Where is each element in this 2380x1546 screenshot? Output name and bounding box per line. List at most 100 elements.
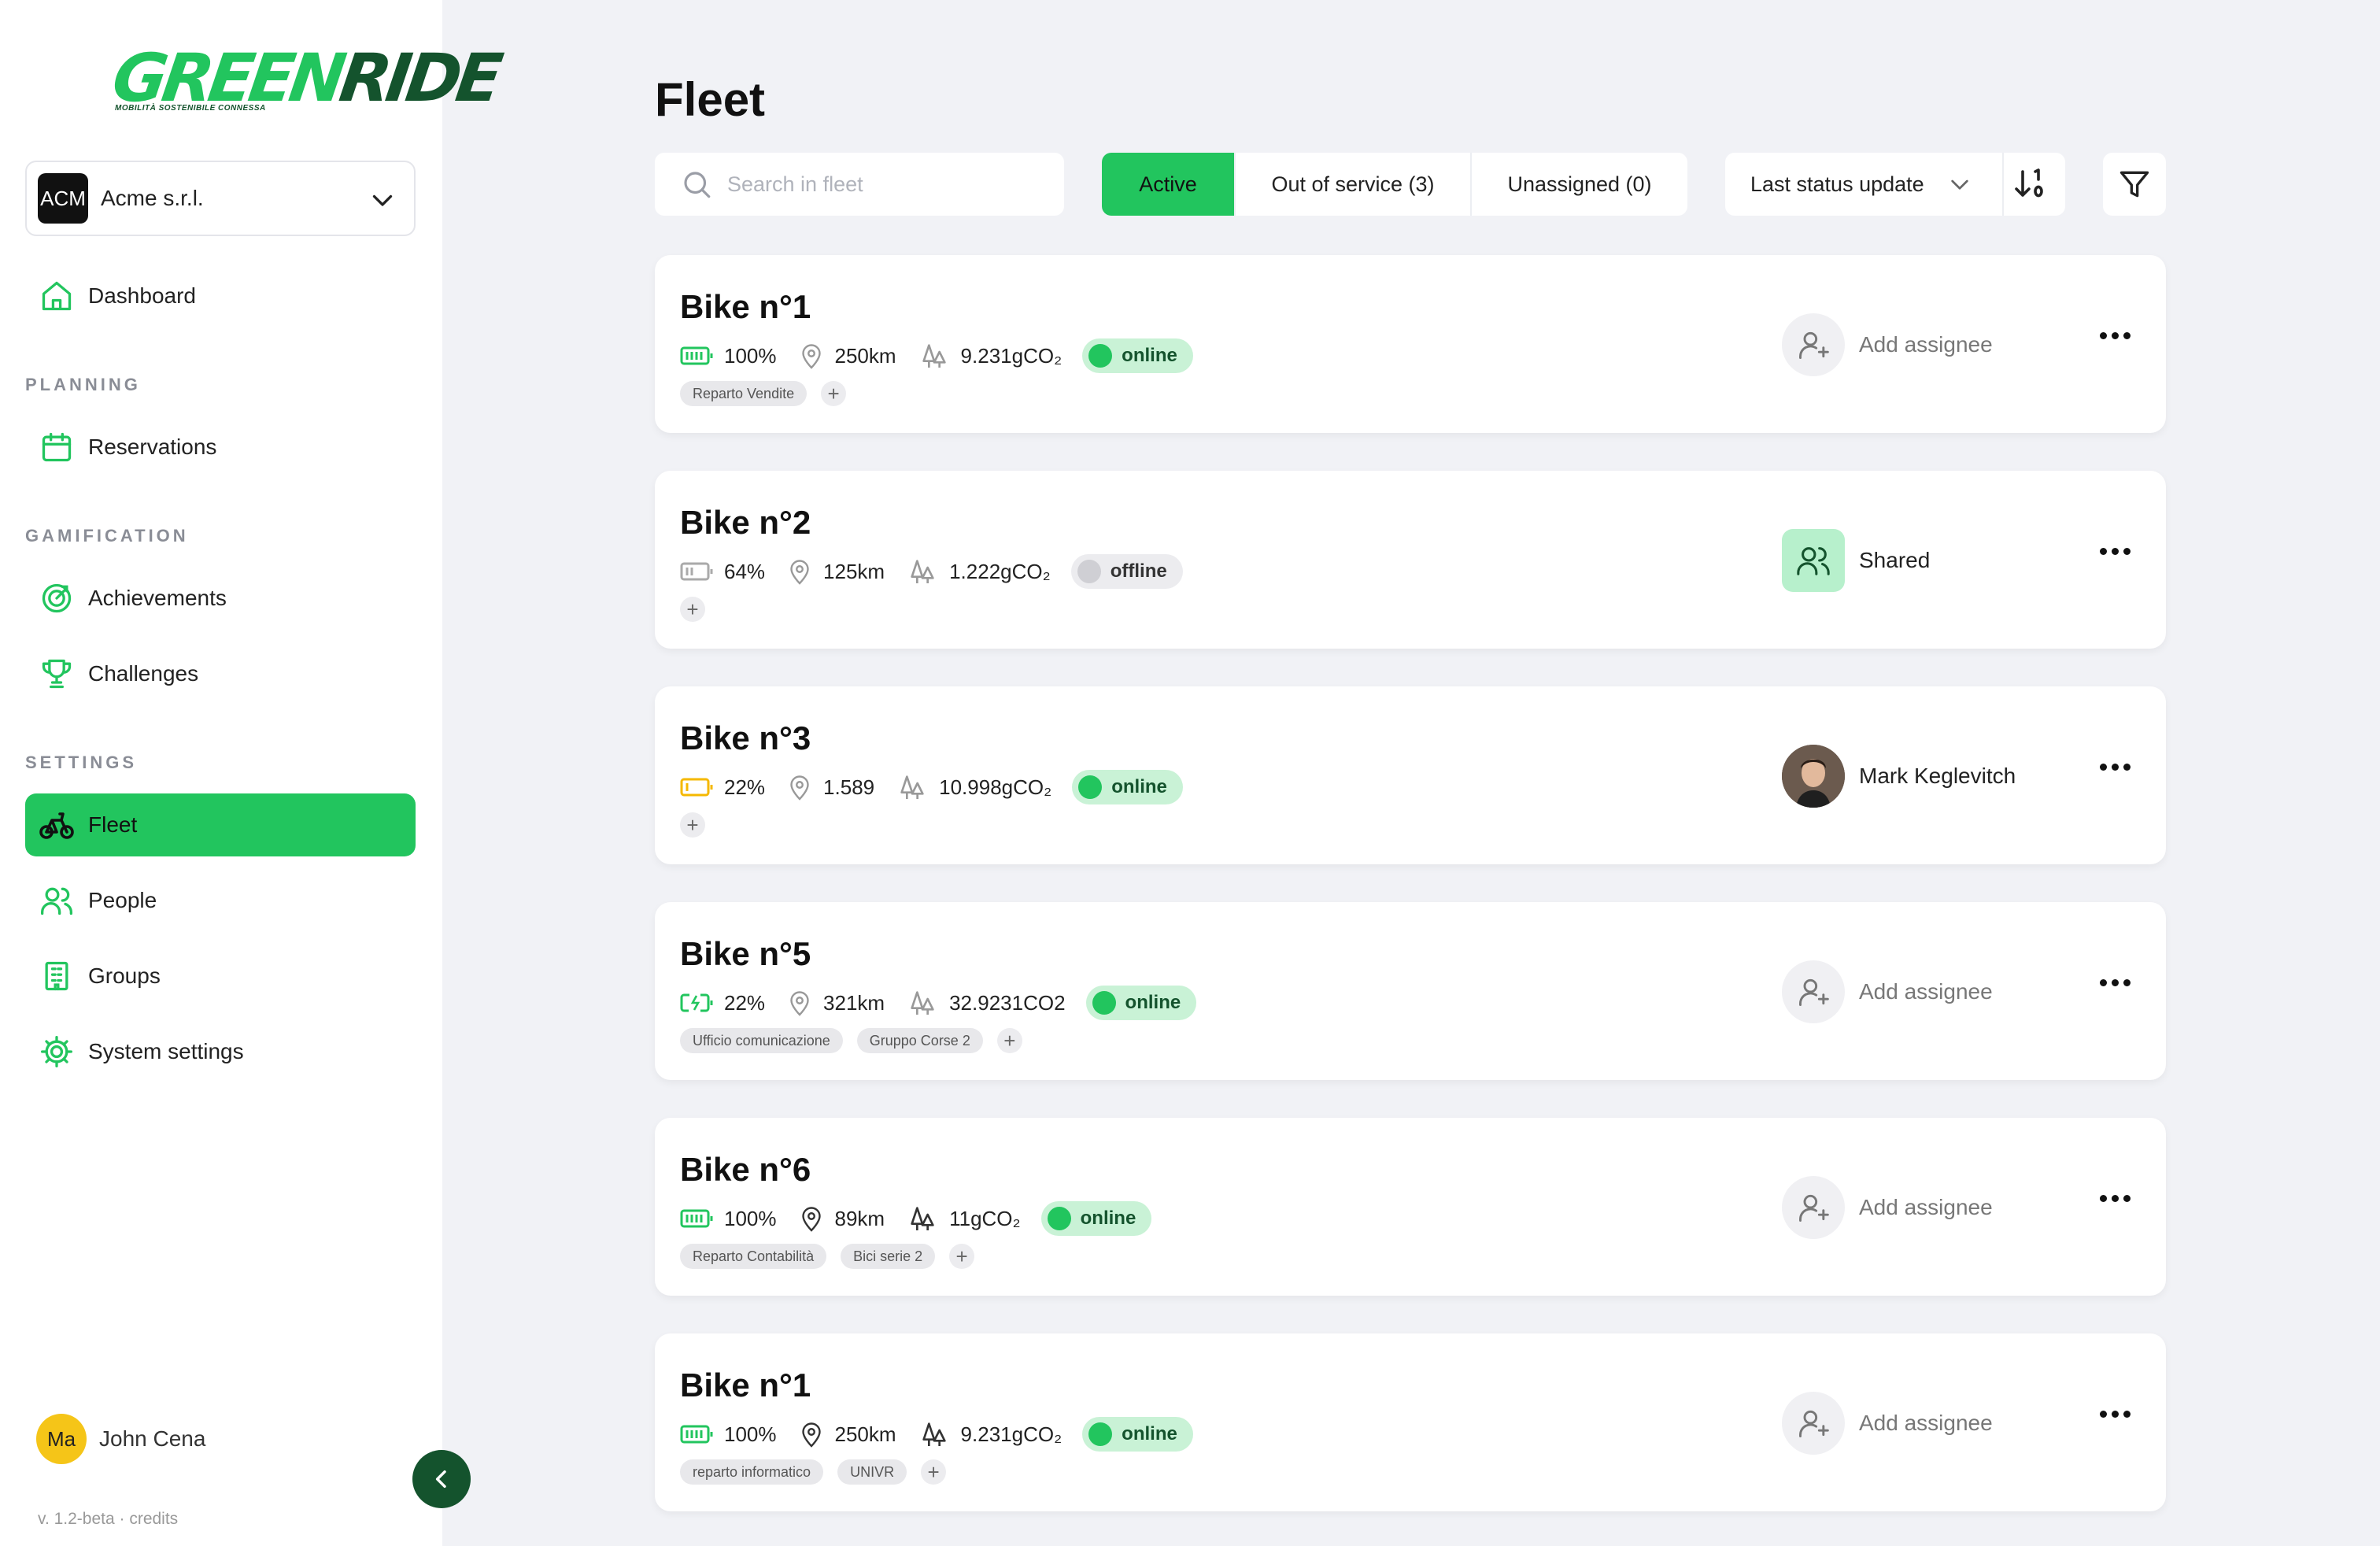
tab-unassigned[interactable]: Unassigned (0) bbox=[1472, 153, 1687, 216]
add-tag-button[interactable]: + bbox=[949, 1244, 975, 1269]
assignee-label: Add assignee bbox=[1859, 1411, 1993, 1435]
add-tag-button[interactable]: + bbox=[996, 1028, 1022, 1053]
bike-card[interactable]: Bike n°2 64% 125km 1.222gCO₂ offline + S… bbox=[655, 471, 2166, 649]
sidebar-item-label: Challenges bbox=[88, 661, 199, 686]
battery-level: 64% bbox=[724, 559, 766, 583]
bike-name: Bike n°3 bbox=[680, 719, 811, 756]
add-tag-button[interactable]: + bbox=[821, 381, 847, 406]
tag-list: reparto informatico UNIVR + bbox=[680, 1459, 947, 1485]
location-pin-icon bbox=[797, 1203, 826, 1234]
more-options-button[interactable] bbox=[2100, 1411, 2135, 1418]
battery-full-icon bbox=[680, 345, 715, 367]
add-assignee-button[interactable]: Add assignee bbox=[1782, 313, 1993, 376]
add-assignee-button[interactable]: Add assignee bbox=[1782, 960, 1993, 1023]
filter-button[interactable] bbox=[2103, 153, 2166, 216]
tag[interactable]: Gruppo Corse 2 bbox=[856, 1028, 983, 1053]
sort-order-icon[interactable] bbox=[2012, 165, 2049, 203]
collapse-sidebar-button[interactable] bbox=[412, 1450, 471, 1508]
avatar bbox=[1782, 745, 1845, 808]
version-credits[interactable]: v. 1.2-beta · credits bbox=[38, 1510, 178, 1529]
add-user-icon bbox=[1782, 1392, 1845, 1455]
add-tag-button[interactable]: + bbox=[680, 597, 705, 622]
sidebar-item-people[interactable]: People bbox=[25, 869, 416, 932]
status-badge: online bbox=[1040, 1201, 1152, 1236]
bike-name: Bike n°1 bbox=[680, 288, 811, 325]
sidebar-item-dashboard[interactable]: Dashboard bbox=[25, 264, 416, 327]
page-title: Fleet bbox=[655, 73, 766, 126]
tag[interactable]: Ufficio comunicazione bbox=[680, 1028, 843, 1053]
bike-card[interactable]: Bike n°5 22% 321km 32.9231CO2 online Uff… bbox=[655, 902, 2166, 1080]
logo-tagline: MOBILITÀ SOSTENIBILE CONNESSA bbox=[115, 104, 266, 113]
add-tag-button[interactable]: + bbox=[921, 1459, 947, 1485]
location-pin-icon bbox=[785, 771, 814, 803]
tag[interactable]: Reparto Contabilità bbox=[680, 1244, 827, 1269]
assignee-label: Add assignee bbox=[1859, 1195, 1993, 1219]
assignee[interactable]: Mark Keglevitch bbox=[1782, 745, 2016, 808]
co2-saved: 10.998gCO₂ bbox=[939, 775, 1052, 799]
status-tabs: Active Out of service (3) Unassigned (0) bbox=[1102, 153, 1687, 216]
co2-saved: 11gCO₂ bbox=[949, 1206, 1021, 1230]
search-input[interactable] bbox=[727, 172, 1042, 197]
distance: 125km bbox=[823, 559, 885, 583]
sidebar-item-groups[interactable]: Groups bbox=[25, 945, 416, 1008]
co2-saved: 1.222gCO₂ bbox=[949, 559, 1051, 583]
current-user[interactable]: Ma John Cena bbox=[36, 1414, 205, 1464]
add-user-icon bbox=[1782, 1176, 1845, 1239]
organization-selector[interactable]: ACM Acme s.r.l. bbox=[25, 161, 416, 236]
sidebar-item-achievements[interactable]: Achievements bbox=[25, 567, 416, 630]
bike-stats: 64% 125km 1.222gCO₂ offline bbox=[680, 554, 1183, 589]
trees-icon bbox=[905, 1203, 940, 1234]
chevron-down-icon[interactable] bbox=[1947, 172, 1972, 197]
bike-card[interactable]: Bike n°6 100% 89km 11gCO₂ online Reparto… bbox=[655, 1118, 2166, 1296]
target-icon bbox=[38, 579, 76, 617]
search-bar[interactable] bbox=[655, 153, 1064, 216]
bike-icon bbox=[38, 806, 76, 844]
tab-out-of-service[interactable]: Out of service (3) bbox=[1236, 153, 1472, 216]
add-assignee-button[interactable]: Add assignee bbox=[1782, 1176, 1993, 1239]
section-label-settings: SETTINGS bbox=[25, 753, 138, 772]
tab-active[interactable]: Active bbox=[1102, 153, 1236, 216]
battery-medium-icon bbox=[680, 560, 715, 583]
sidebar-item-label: Achievements bbox=[88, 586, 227, 610]
battery-level: 100% bbox=[724, 1206, 777, 1230]
sidebar-item-reservations[interactable]: Reservations bbox=[25, 416, 416, 479]
battery-charging-icon bbox=[680, 992, 715, 1014]
sidebar-item-fleet[interactable]: Fleet bbox=[25, 793, 416, 856]
status-badge: online bbox=[1085, 986, 1197, 1020]
more-options-button[interactable] bbox=[2100, 332, 2135, 339]
add-assignee-button[interactable]: Add assignee bbox=[1782, 1392, 1993, 1455]
assignee-label: Mark Keglevitch bbox=[1859, 764, 2016, 788]
battery-level: 22% bbox=[724, 775, 766, 799]
more-options-button[interactable] bbox=[2100, 764, 2135, 771]
greenride-logo[interactable]: GREEN RIDE MOBILITÀ SOSTENIBILE CONNESSA bbox=[108, 39, 503, 123]
shared-people-icon bbox=[1782, 529, 1845, 592]
more-options-button[interactable] bbox=[2100, 979, 2135, 986]
more-options-button[interactable] bbox=[2100, 548, 2135, 555]
home-icon bbox=[38, 277, 76, 315]
tag[interactable]: reparto informatico bbox=[680, 1459, 824, 1485]
trees-icon bbox=[917, 1418, 952, 1450]
sidebar: GREEN RIDE MOBILITÀ SOSTENIBILE CONNESSA … bbox=[0, 0, 503, 1546]
sort-field-select[interactable]: Last status update bbox=[1750, 172, 1924, 197]
tag[interactable]: UNIVR bbox=[837, 1459, 907, 1485]
more-options-button[interactable] bbox=[2100, 1195, 2135, 1202]
sort-divider bbox=[2002, 153, 2004, 216]
tag[interactable]: Reparto Vendite bbox=[680, 381, 808, 406]
bike-card[interactable]: Bike n°1 100% 250km 9.231gCO₂ online Rep… bbox=[655, 255, 2166, 433]
sidebar-item-label: Fleet bbox=[88, 812, 138, 837]
co2-saved: 9.231gCO₂ bbox=[960, 1422, 1062, 1446]
sidebar-item-challenges[interactable]: Challenges bbox=[25, 642, 416, 705]
trophy-icon bbox=[38, 655, 76, 693]
location-pin-icon bbox=[797, 1418, 826, 1450]
tag[interactable]: Bici serie 2 bbox=[841, 1244, 936, 1269]
add-user-icon bbox=[1782, 313, 1845, 376]
add-tag-button[interactable]: + bbox=[680, 812, 705, 838]
calendar-icon bbox=[38, 428, 76, 466]
sidebar-item-label: Dashboard bbox=[88, 283, 196, 308]
battery-level: 100% bbox=[724, 1422, 777, 1446]
shared-assignee[interactable]: Shared bbox=[1782, 529, 1930, 592]
bike-card[interactable]: Bike n°3 22% 1.589 10.998gCO₂ online + M… bbox=[655, 686, 2166, 864]
bike-card[interactable]: Bike n°1 100% 250km 9.231gCO₂ online rep… bbox=[655, 1333, 2166, 1511]
sidebar-item-system-settings[interactable]: System settings bbox=[25, 1020, 416, 1083]
trees-icon bbox=[917, 340, 952, 372]
